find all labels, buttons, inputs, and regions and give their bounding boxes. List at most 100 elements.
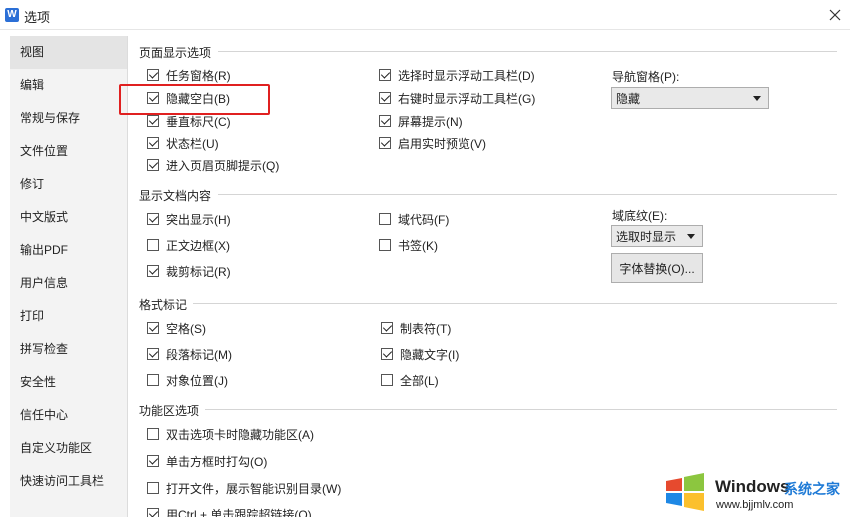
nav-pane-label: 导航窗格(P): (612, 70, 680, 84)
checkbox-label: 进入页眉页脚提示(Q) (166, 158, 280, 173)
checkbox-task-pane[interactable]: 任务窗格(R) (147, 67, 231, 83)
nav-pane-select[interactable]: 隐藏 (611, 87, 769, 109)
checkbox-box[interactable] (379, 213, 391, 225)
checkbox-box[interactable] (379, 115, 391, 127)
checkbox-vertical-ruler[interactable]: 垂直标尺(C) (147, 113, 231, 129)
checkbox-field-codes[interactable]: 域代码(F) (379, 211, 449, 227)
checkbox-box[interactable] (147, 265, 159, 277)
sidebar-item-user-info[interactable]: 用户信息 (10, 267, 127, 300)
checkbox-highlight[interactable]: 突出显示(H) (147, 211, 231, 227)
checkbox-box[interactable] (147, 508, 159, 517)
checkbox-label: 状态栏(U) (166, 136, 219, 151)
sidebar-item-spell-check[interactable]: 拼写检查 (10, 333, 127, 366)
checkbox-label: 任务窗格(R) (166, 68, 231, 83)
sidebar-item-view[interactable]: 视图 (10, 36, 127, 69)
checkbox-label: 右键时显示浮动工具栏(G) (398, 91, 536, 106)
checkbox-label: 制表符(T) (400, 321, 452, 336)
title-bar: W 选项 (0, 0, 850, 30)
checkbox-label: 垂直标尺(C) (166, 114, 231, 129)
checkbox-object-anchors[interactable]: 对象位置(J) (147, 372, 228, 388)
sidebar-item-file-location[interactable]: 文件位置 (10, 135, 127, 168)
field-shading-value: 选取时显示 (616, 229, 677, 244)
checkbox-box[interactable] (381, 348, 393, 360)
checkbox-hide-ribbon-dblclick[interactable]: 双击选项卡时隐藏功能区(A) (147, 426, 314, 442)
checkbox-label: 打开文件，展示智能识别目录(W) (166, 481, 342, 496)
checkbox-label: 单击方框时打勾(O) (166, 454, 268, 469)
checkbox-box[interactable] (379, 69, 391, 81)
checkbox-live-preview[interactable]: 启用实时预览(V) (379, 135, 486, 151)
checkbox-box[interactable] (381, 374, 393, 386)
sidebar-item-trust-center[interactable]: 信任中心 (10, 399, 127, 432)
chevron-down-icon (753, 96, 761, 101)
checkbox-bookmarks[interactable]: 书签(K) (379, 237, 438, 253)
checkbox-label: 突出显示(H) (166, 212, 231, 227)
sidebar-item-quick-access[interactable]: 快速访问工具栏 (10, 465, 127, 498)
font-substitution-button[interactable]: 字体替换(O)... (611, 253, 703, 283)
checkbox-screen-tips[interactable]: 屏幕提示(N) (379, 113, 463, 129)
close-icon (829, 9, 841, 21)
checkbox-box[interactable] (379, 137, 391, 149)
group-divider (193, 303, 837, 304)
checkbox-box[interactable] (147, 348, 159, 360)
group-divider (205, 409, 837, 410)
checkbox-paragraph-marks[interactable]: 段落标记(M) (147, 346, 232, 362)
checkbox-all-marks[interactable]: 全部(L) (381, 372, 439, 388)
checkbox-box[interactable] (379, 92, 391, 104)
field-shading-select[interactable]: 选取时显示 (611, 225, 703, 247)
checkbox-box[interactable] (147, 213, 159, 225)
checkbox-click-box-check[interactable]: 单击方框时打勾(O) (147, 453, 267, 469)
checkbox-box[interactable] (147, 239, 159, 251)
checkbox-box[interactable] (147, 137, 159, 149)
checkbox-tab-characters[interactable]: 制表符(T) (381, 320, 451, 336)
checkbox-box[interactable] (147, 69, 159, 81)
checkbox-float-toolbar-rightclick[interactable]: 右键时显示浮动工具栏(G) (379, 90, 535, 106)
sidebar-item-output-pdf[interactable]: 输出PDF (10, 234, 127, 267)
watermark-cn: 系统之家 (784, 481, 840, 497)
checkbox-label: 空格(S) (166, 321, 206, 336)
checkbox-box[interactable] (147, 428, 159, 440)
group-divider (218, 194, 837, 195)
checkbox-box[interactable] (147, 322, 159, 334)
sidebar-item-custom-ribbon[interactable]: 自定义功能区 (10, 432, 127, 465)
checkbox-status-bar[interactable]: 状态栏(U) (147, 135, 219, 151)
sidebar-item-revision[interactable]: 修订 (10, 168, 127, 201)
checkbox-label: 域代码(F) (398, 212, 450, 227)
sidebar-item-print[interactable]: 打印 (10, 300, 127, 333)
checkbox-label: 对象位置(J) (166, 373, 228, 388)
red-highlight-box (119, 84, 270, 115)
checkbox-label: 用Ctrl + 单击跟踪超链接(O) (166, 507, 312, 517)
sidebar-item-edit[interactable]: 编辑 (10, 69, 127, 102)
wps-app-icon: W (5, 8, 19, 22)
dialog-title: 选项 (24, 10, 51, 25)
group-divider (218, 51, 837, 52)
checkbox-box[interactable] (147, 159, 159, 171)
checkbox-box[interactable] (147, 374, 159, 386)
checkbox-header-footer-hint[interactable]: 进入页眉页脚提示(Q) (147, 157, 279, 173)
checkbox-hidden-text[interactable]: 隐藏文字(I) (381, 346, 459, 362)
checkbox-label: 选择时显示浮动工具栏(D) (398, 68, 535, 83)
checkbox-box[interactable] (147, 115, 159, 127)
checkbox-float-toolbar-select[interactable]: 选择时显示浮动工具栏(D) (379, 67, 535, 83)
checkbox-label: 裁剪标记(R) (166, 264, 231, 279)
nav-pane-value: 隐藏 (616, 91, 641, 106)
checkbox-ctrl-click-link[interactable]: 用Ctrl + 单击跟踪超链接(O) (147, 506, 312, 517)
checkbox-label: 书签(K) (398, 238, 438, 253)
close-button[interactable] (824, 4, 846, 26)
checkbox-box[interactable] (147, 482, 159, 494)
checkbox-box[interactable] (147, 455, 159, 467)
checkbox-box[interactable] (379, 239, 391, 251)
checkbox-spaces[interactable]: 空格(S) (147, 320, 206, 336)
checkbox-label: 启用实时预览(V) (398, 136, 486, 151)
sidebar-item-security[interactable]: 安全性 (10, 366, 127, 399)
field-shading-label: 域底纹(E): (612, 209, 668, 223)
sidebar-item-general-save[interactable]: 常规与保存 (10, 102, 127, 135)
chevron-down-icon (687, 234, 695, 239)
options-sidebar: 视图 编辑 常规与保存 文件位置 修订 中文版式 输出PDF 用户信息 打印 拼… (10, 36, 128, 517)
checkbox-crop-marks[interactable]: 裁剪标记(R) (147, 263, 231, 279)
group-title-ribbon: 功能区选项 (139, 404, 200, 418)
checkbox-smart-toc[interactable]: 打开文件，展示智能识别目录(W) (147, 480, 341, 496)
checkbox-text-boundaries[interactable]: 正文边框(X) (147, 237, 230, 253)
sidebar-item-chinese-layout[interactable]: 中文版式 (10, 201, 127, 234)
checkbox-box[interactable] (381, 322, 393, 334)
checkbox-label: 全部(L) (400, 373, 439, 388)
